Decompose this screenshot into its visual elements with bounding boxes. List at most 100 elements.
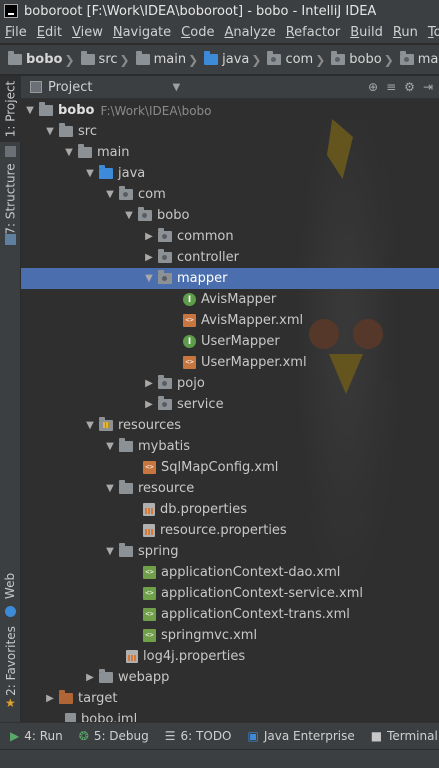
package-icon [331, 51, 346, 65]
tree-node-target[interactable]: ▶ target [21, 688, 439, 709]
module-folder-icon [8, 51, 22, 65]
tree-node-usermapper-xml[interactable]: UserMapper.xml [21, 352, 439, 373]
breadcrumb-item-bobo[interactable]: bobo ❯ [4, 51, 77, 67]
package-icon [267, 51, 282, 65]
tree-node-webapp[interactable]: ▶ webapp [21, 667, 439, 688]
project-view-icon [30, 81, 42, 93]
menu-tools[interactable]: Tools [423, 25, 439, 40]
project-view-selector[interactable]: Project [48, 80, 92, 95]
collapsed-arrow-icon[interactable]: ▶ [142, 399, 156, 410]
tree-node-usermapper[interactable]: I UserMapper [21, 331, 439, 352]
run-icon: ▶ [10, 729, 20, 743]
gear-icon[interactable]: ⚙ [404, 80, 415, 94]
tree-node-java[interactable]: ▼ java [21, 163, 439, 184]
bug-icon: ❂ [78, 729, 89, 743]
folder-icon [59, 123, 73, 137]
window-title-bar: boboroot [F:\Work\IDEA\boboroot] - bobo … [0, 0, 439, 22]
breadcrumb-item-com[interactable]: com ❯ [263, 51, 327, 67]
tree-node-avismapper[interactable]: I AvisMapper [21, 289, 439, 310]
expanded-arrow-icon[interactable]: ▼ [23, 105, 37, 116]
todo-icon: ☰ [164, 729, 176, 743]
project-panel-header: Project ▼ ⊕ ≡ ⚙ ⇥ [21, 76, 439, 99]
java-enterprise-tool-button[interactable]: ▣ Java Enterprise [248, 729, 355, 743]
tree-node-bobo-module[interactable]: ▼ bobo F:\Work\IDEA\bobo [21, 100, 439, 121]
tree-node-resources[interactable]: ▼ resources [21, 415, 439, 436]
tab-structure[interactable]: 7: Structure [0, 163, 21, 234]
menu-refactor[interactable]: Refactor [281, 25, 346, 40]
tree-node-controller[interactable]: ▶ controller [21, 247, 439, 268]
collapsed-arrow-icon[interactable]: ▶ [43, 693, 57, 704]
menu-build[interactable]: Build [345, 25, 388, 40]
tree-node-bobo-iml[interactable]: bobo.iml [21, 709, 439, 722]
xml-file-icon [183, 314, 196, 327]
menu-code[interactable]: Code [176, 25, 219, 40]
tree-node-spring[interactable]: ▼ spring [21, 541, 439, 562]
properties-file-icon [143, 524, 155, 537]
menu-analyze[interactable]: Analyze [219, 25, 280, 40]
breadcrumb-item-bobo-package[interactable]: bobo ❯ [327, 51, 395, 67]
xml-file-icon [183, 356, 196, 369]
tree-node-main[interactable]: ▼ main [21, 142, 439, 163]
terminal-tool-button[interactable]: ■ Terminal [371, 729, 438, 743]
package-icon [119, 186, 133, 200]
menu-navigate[interactable]: Navigate [108, 25, 176, 40]
expanded-arrow-icon[interactable]: ▼ [103, 546, 117, 557]
collapsed-arrow-icon[interactable]: ▶ [142, 231, 156, 242]
collapsed-arrow-icon[interactable]: ▶ [142, 252, 156, 263]
expanded-arrow-icon[interactable]: ▼ [103, 189, 117, 200]
tree-node-com[interactable]: ▼ com [21, 184, 439, 205]
debug-tool-button[interactable]: ❂ 5: Debug [79, 729, 149, 743]
tree-node-service[interactable]: ▶ service [21, 394, 439, 415]
tree-node-sqlmapconfig[interactable]: SqlMapConfig.xml [21, 457, 439, 478]
expanded-arrow-icon[interactable]: ▼ [122, 210, 136, 221]
tree-node-src[interactable]: ▼ src [21, 121, 439, 142]
tree-node-log4j-properties[interactable]: log4j.properties [21, 646, 439, 667]
xml-file-icon [143, 461, 156, 474]
tree-node-pojo[interactable]: ▶ pojo [21, 373, 439, 394]
expanded-arrow-icon[interactable]: ▼ [103, 483, 117, 494]
chevron-right-icon: ❯ [188, 52, 199, 67]
run-tool-button[interactable]: ▶ 4: Run [10, 729, 63, 743]
package-icon [158, 375, 172, 389]
breadcrumb-item-main[interactable]: main ❯ [132, 51, 201, 67]
menu-file[interactable]: File [0, 25, 32, 40]
breadcrumb-item-java[interactable]: java ❯ [200, 51, 263, 67]
spring-xml-file-icon [143, 587, 156, 600]
tree-node-mybatis[interactable]: ▼ mybatis [21, 436, 439, 457]
chevron-down-icon[interactable]: ▼ [172, 82, 180, 93]
spring-xml-file-icon [143, 608, 156, 621]
properties-file-icon [126, 650, 138, 663]
breadcrumb-item-src[interactable]: src ❯ [77, 51, 132, 67]
expanded-arrow-icon[interactable]: ▼ [103, 441, 117, 452]
tab-web[interactable]: Web [0, 566, 21, 606]
expanded-arrow-icon[interactable]: ▼ [62, 147, 76, 158]
tab-favorites[interactable]: 2: Favorites [0, 626, 21, 696]
tree-node-db-properties[interactable]: db.properties [21, 499, 439, 520]
status-bar [0, 749, 439, 768]
tree-node-mapper[interactable]: ▼ mapper [21, 268, 439, 289]
tree-node-appctx-service[interactable]: applicationContext-service.xml [21, 583, 439, 604]
tree-node-resource[interactable]: ▼ resource [21, 478, 439, 499]
tree-node-common[interactable]: ▶ common [21, 226, 439, 247]
tree-node-bobo-package[interactable]: ▼ bobo [21, 205, 439, 226]
collapsed-arrow-icon[interactable]: ▶ [142, 378, 156, 389]
tab-project[interactable]: 1: Project [0, 76, 21, 142]
tree-node-avismapper-xml[interactable]: AvisMapper.xml [21, 310, 439, 331]
collapse-all-icon[interactable]: ≡ [386, 80, 396, 94]
tree-node-resource-properties[interactable]: resource.properties [21, 520, 439, 541]
tree-node-appctx-dao[interactable]: applicationContext-dao.xml [21, 562, 439, 583]
expanded-arrow-icon[interactable]: ▼ [43, 126, 57, 137]
breadcrumb-item-mapper[interactable]: mapper [396, 51, 439, 67]
menu-run[interactable]: Run [388, 25, 423, 40]
hide-panel-icon[interactable]: ⇥ [423, 80, 433, 94]
expanded-arrow-icon[interactable]: ▼ [142, 273, 156, 284]
tree-node-springmvc[interactable]: springmvc.xml [21, 625, 439, 646]
menu-edit[interactable]: Edit [32, 25, 67, 40]
locate-file-icon[interactable]: ⊕ [368, 80, 378, 94]
expanded-arrow-icon[interactable]: ▼ [83, 420, 97, 431]
tree-node-appctx-trans[interactable]: applicationContext-trans.xml [21, 604, 439, 625]
collapsed-arrow-icon[interactable]: ▶ [83, 672, 97, 683]
expanded-arrow-icon[interactable]: ▼ [83, 168, 97, 179]
menu-view[interactable]: View [67, 25, 108, 40]
todo-tool-button[interactable]: ☰ 6: TODO [165, 729, 232, 743]
